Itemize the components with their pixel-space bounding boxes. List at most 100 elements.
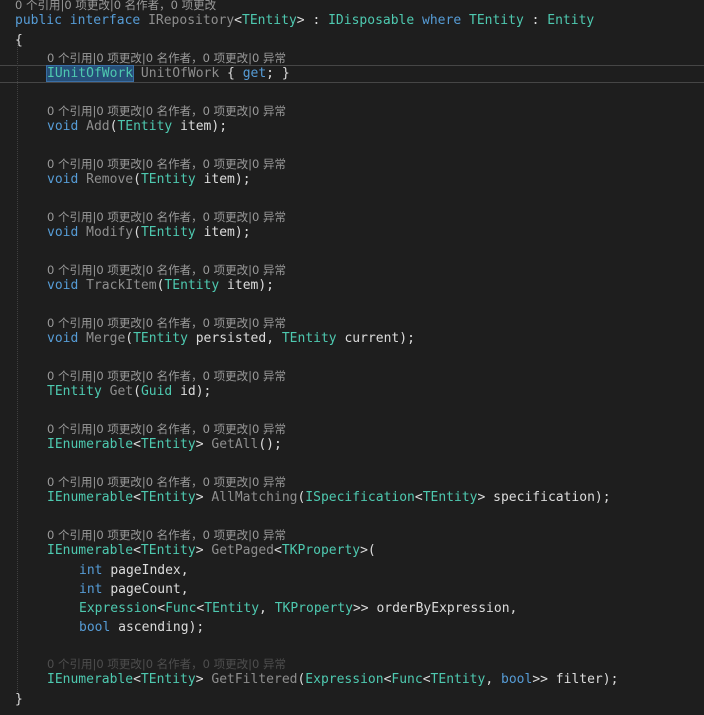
code-line-close-brace[interactable]: } xyxy=(15,691,23,709)
type-name: TEntity xyxy=(140,437,196,452)
code-line-allmatching[interactable]: IEnumerable<TEntity> AllMatching(ISpecif… xyxy=(47,489,611,507)
code-line-get[interactable]: TEntity Get(Guid id); xyxy=(47,383,211,401)
keyword: int xyxy=(79,563,103,578)
selected-type-name[interactable]: IUnitOfWork xyxy=(45,65,135,82)
indent-guide xyxy=(17,40,18,694)
code-line-getpaged-param-2[interactable]: int pageCount, xyxy=(79,581,189,599)
codelens-merge[interactable]: 0 个引用|0 项更改|0 名作者，0 项更改|0 异常 xyxy=(47,316,286,330)
param-name: pageCount xyxy=(110,582,181,597)
type-name: TEntity xyxy=(140,172,196,187)
type-name: TEntity xyxy=(140,490,196,505)
code-line-getall[interactable]: IEnumerable<TEntity> GetAll(); xyxy=(47,436,282,454)
code-line-add[interactable]: void Add(TEntity item); xyxy=(47,118,227,136)
type-name: TKProperty xyxy=(274,601,353,616)
code-line-modify[interactable]: void Modify(TEntity item); xyxy=(47,224,251,242)
method-name: GetPaged xyxy=(211,543,274,558)
code-line-getfiltered[interactable]: IEnumerable<TEntity> GetFiltered(Express… xyxy=(47,671,618,689)
method-name: Modify xyxy=(86,225,134,240)
type-name: IEnumerable xyxy=(47,437,134,452)
keyword: get xyxy=(242,66,267,81)
keyword: void xyxy=(47,119,79,134)
code-line-unitofwork[interactable]: IUnitOfWork UnitOfWork { get; } xyxy=(45,65,290,83)
type-name: Expression xyxy=(305,672,384,687)
type-name: TEntity xyxy=(430,672,486,687)
method-name: GetAll xyxy=(211,437,259,452)
type-name: TEntity xyxy=(140,543,196,558)
keyword: where xyxy=(422,13,462,28)
param-name: specification xyxy=(493,490,595,505)
interface-name: IRepository xyxy=(148,13,235,28)
keyword: int xyxy=(79,582,103,597)
code-line-interface-declaration[interactable]: public interface IRepository<TEntity> : … xyxy=(15,12,594,30)
code-line-merge[interactable]: void Merge(TEntity persisted, TEntity cu… xyxy=(47,330,415,348)
param-name: filter xyxy=(555,672,603,687)
param-name: id xyxy=(180,384,196,399)
method-name: Merge xyxy=(86,331,126,346)
keyword: void xyxy=(47,225,79,240)
param-name: orderByExpression xyxy=(376,601,510,616)
type-name: IEnumerable xyxy=(47,672,134,687)
code-line-open-brace[interactable]: { xyxy=(15,32,23,50)
code-line-remove[interactable]: void Remove(TEntity item); xyxy=(47,171,251,189)
type-name: IEnumerable xyxy=(47,490,134,505)
codelens-getpaged[interactable]: 0 个引用|0 项更改|0 名作者，0 项更改|0 异常 xyxy=(47,528,286,542)
method-name: TrackItem xyxy=(86,278,157,293)
keyword: void xyxy=(47,278,79,293)
method-name: Get xyxy=(109,384,134,399)
codelens-getall[interactable]: 0 个引用|0 项更改|0 名作者，0 项更改|0 异常 xyxy=(47,422,286,436)
type-name: Func xyxy=(165,601,197,616)
type-name: TKProperty xyxy=(281,543,361,558)
keyword: void xyxy=(47,172,79,187)
code-line-getpaged[interactable]: IEnumerable<TEntity> GetPaged<TKProperty… xyxy=(47,542,376,560)
type-name: TEntity xyxy=(281,331,337,346)
type-name: TEntity xyxy=(242,13,297,28)
method-name: Remove xyxy=(86,172,134,187)
type-name: TEntity xyxy=(133,331,188,346)
keyword: interface xyxy=(69,13,141,28)
param-name: persisted xyxy=(195,331,267,346)
keyword: public xyxy=(15,13,62,28)
codelens-remove[interactable]: 0 个引用|0 项更改|0 名作者，0 项更改|0 异常 xyxy=(47,157,286,171)
type-name: Guid xyxy=(140,384,173,399)
property-name: UnitOfWork xyxy=(140,66,220,81)
param-name: item xyxy=(203,225,235,240)
code-editor[interactable]: 0 个引用|0 项更改|0 名作者，0 项更改 public interface… xyxy=(0,0,704,715)
type-name: TEntity xyxy=(140,225,196,240)
codelens-allmatching[interactable]: 0 个引用|0 项更改|0 名作者，0 项更改|0 异常 xyxy=(47,475,286,489)
type-name: ISpecification xyxy=(305,490,415,505)
keyword: void xyxy=(47,331,79,346)
param-name: pageIndex xyxy=(110,563,181,578)
codelens-modify[interactable]: 0 个引用|0 项更改|0 名作者，0 项更改|0 异常 xyxy=(47,210,286,224)
codelens-get[interactable]: 0 个引用|0 项更改|0 名作者，0 项更改|0 异常 xyxy=(47,369,286,383)
keyword: bool xyxy=(501,672,533,687)
param-name: item xyxy=(227,278,259,293)
code-line-getpaged-param-3[interactable]: Expression<Func<TEntity, TKProperty>> or… xyxy=(79,600,517,618)
method-name: GetFiltered xyxy=(211,672,298,687)
param-name: current xyxy=(344,331,400,346)
type-name: TEntity xyxy=(47,384,102,399)
codelens-unitofwork[interactable]: 0 个引用|0 项更改|0 名作者，0 项更改|0 异常 xyxy=(47,51,286,65)
type-name: TEntity xyxy=(422,490,478,505)
type-name: TEntity xyxy=(164,278,220,293)
code-line-getpaged-param-1[interactable]: int pageIndex, xyxy=(79,562,189,580)
type-name: TEntity xyxy=(469,13,524,28)
param-name: ascending xyxy=(118,620,189,635)
type-name: IEnumerable xyxy=(47,543,134,558)
type-name: IDisposable xyxy=(328,13,415,28)
codelens-add[interactable]: 0 个引用|0 项更改|0 名作者，0 项更改|0 异常 xyxy=(47,104,286,118)
codelens-trackitem[interactable]: 0 个引用|0 项更改|0 名作者，0 项更改|0 异常 xyxy=(47,263,286,277)
type-name: Func xyxy=(391,672,423,687)
code-line-trackitem[interactable]: void TrackItem(TEntity item); xyxy=(47,277,274,295)
method-name: Add xyxy=(86,119,110,134)
param-name: item xyxy=(203,172,235,187)
keyword: bool xyxy=(79,620,111,635)
type-name: Expression xyxy=(79,601,158,616)
param-name: item xyxy=(180,119,212,134)
code-line-getpaged-param-4[interactable]: bool ascending); xyxy=(79,619,204,637)
type-name: TEntity xyxy=(117,119,173,134)
codelens-getfiltered[interactable]: 0 个引用|0 项更改|0 名作者，0 项更改|0 异常 xyxy=(47,657,286,671)
codelens-interface[interactable]: 0 个引用|0 项更改|0 名作者，0 项更改 xyxy=(15,0,216,12)
type-name: TEntity xyxy=(204,601,260,616)
type-name: Entity xyxy=(547,13,595,28)
method-name: AllMatching xyxy=(211,490,298,505)
